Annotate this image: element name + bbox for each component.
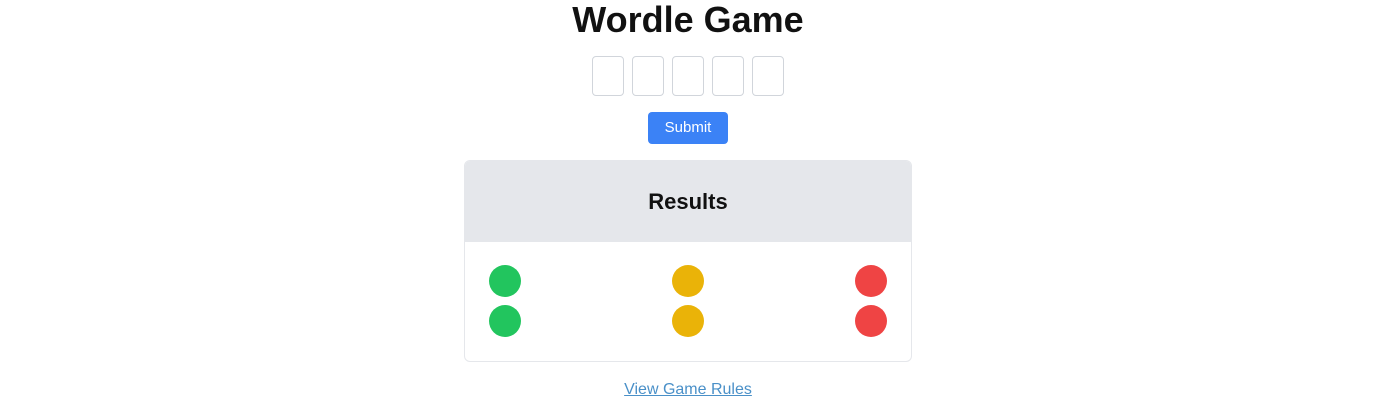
- results-title: Results: [465, 161, 911, 242]
- letter-input-5[interactable]: [752, 56, 784, 96]
- result-dot-row1-col2: [672, 265, 704, 297]
- letter-input-2[interactable]: [632, 56, 664, 96]
- results-card: Results: [464, 160, 912, 362]
- result-dot-row2-col2: [672, 305, 704, 337]
- results-body: [465, 242, 911, 361]
- guess-letter-row: [592, 56, 784, 96]
- submit-button[interactable]: Submit: [648, 112, 728, 144]
- letter-input-1[interactable]: [592, 56, 624, 96]
- page-title: Wordle Game: [572, 0, 804, 40]
- result-dot-row2-col1: [489, 305, 521, 337]
- result-dot-row2-col3: [855, 305, 887, 337]
- rules-link-container: View Game Rules: [0, 380, 1376, 400]
- result-dot-row1-col1: [489, 265, 521, 297]
- wordle-page: Wordle Game Submit Results View Game Rul…: [0, 0, 1376, 402]
- result-dot-row1-col3: [855, 265, 887, 297]
- letter-input-3[interactable]: [672, 56, 704, 96]
- letter-input-4[interactable]: [712, 56, 744, 96]
- view-rules-link[interactable]: View Game Rules: [624, 381, 752, 398]
